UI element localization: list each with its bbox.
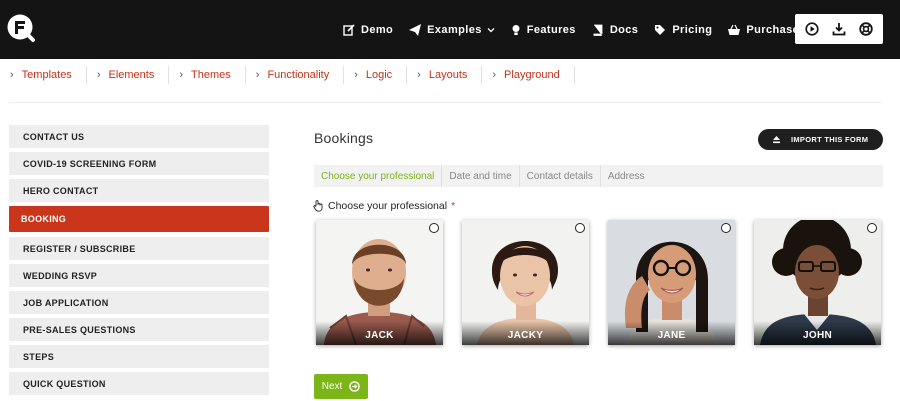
tab-playground[interactable]: › Playground (482, 66, 575, 84)
nav-examples-label: Examples (427, 24, 482, 36)
import-form-button[interactable]: IMPORT THIS FORM (758, 129, 883, 150)
tab-layouts[interactable]: › Layouts (407, 66, 483, 84)
top-navbar: Demo Examples Features Docs Pricing Purc… (0, 0, 900, 59)
professional-cards: JACK JACKY JANE JOHN (316, 220, 900, 345)
tab-templates[interactable]: › Templates (0, 66, 87, 84)
nav-demo-label: Demo (361, 24, 394, 36)
tab-elements-label: Elements (108, 69, 155, 81)
section-divider (9, 102, 882, 103)
tab-logic-label: Logic (365, 69, 393, 81)
nav-examples[interactable]: Examples (409, 24, 495, 36)
nav-demo[interactable]: Demo (343, 24, 393, 36)
step-address[interactable]: Address (601, 165, 652, 187)
step-contact-details[interactable]: Contact details (520, 165, 601, 187)
import-form-label: IMPORT THIS FORM (791, 135, 869, 144)
tool-buttons (795, 14, 883, 44)
nav-docs-label: Docs (609, 24, 639, 36)
download-icon (832, 23, 846, 36)
sidebar-item-quick-question[interactable]: QUICK QUESTION (9, 372, 269, 395)
tab-playground-label: Playground (504, 69, 560, 81)
select-radio[interactable] (867, 223, 877, 233)
support-button[interactable] (854, 17, 878, 41)
caret-right-icon: › (354, 69, 358, 81)
nav-features[interactable]: Features (511, 24, 576, 36)
professional-name: JOHN (754, 321, 881, 345)
professional-card-jack[interactable]: JACK (316, 220, 443, 345)
professional-card-jane[interactable]: JANE (608, 220, 735, 345)
preview-button[interactable] (800, 17, 824, 41)
template-sidebar: CONTACT US COVID-19 SCREENING FORM HERO … (9, 125, 269, 399)
caret-right-icon: › (10, 69, 14, 81)
lightbulb-icon (512, 25, 520, 35)
tab-templates-label: Templates (21, 69, 72, 81)
sidebar-item-steps[interactable]: STEPS (9, 345, 269, 368)
select-radio[interactable] (721, 223, 731, 233)
tab-layouts-label: Layouts (428, 69, 468, 81)
professional-name: JANE (608, 321, 735, 345)
professional-field-text: Choose your professional (328, 200, 448, 212)
hand-pointer-icon (313, 200, 323, 212)
tag-icon (655, 25, 666, 35)
paper-plane-icon (409, 24, 422, 36)
sidebar-item-contact-us[interactable]: CONTACT US (9, 125, 269, 148)
next-button-label: Next (321, 381, 343, 392)
form-title: Bookings (314, 130, 374, 146)
shopping-basket-icon (728, 24, 741, 35)
professional-card-john[interactable]: JOHN (754, 220, 881, 345)
caret-right-icon: › (255, 69, 260, 81)
chevron-down-icon (487, 28, 495, 33)
sidebar-item-booking[interactable]: BOOKING (9, 206, 269, 232)
professional-name: JACK (316, 321, 443, 345)
sidebar-item-pre-sales-questions[interactable]: PRE-SALES QUESTIONS (9, 318, 269, 341)
select-radio[interactable] (429, 223, 439, 233)
sidebar-item-wedding-rsvp[interactable]: WEDDING RSVP (9, 264, 269, 287)
tab-logic[interactable]: › Logic (344, 66, 408, 84)
download-button[interactable] (827, 17, 851, 41)
required-marker: * (451, 200, 456, 212)
caret-right-icon: › (417, 69, 421, 81)
nav-pricing[interactable]: Pricing (654, 24, 712, 36)
main-menu: Demo Examples Features Docs Pricing Purc… (343, 20, 815, 40)
caret-right-icon: › (179, 69, 184, 81)
category-tabs: › Templates › Elements › Themes › Functional… (0, 59, 900, 91)
next-button[interactable]: Next (314, 374, 368, 399)
edit-icon (343, 24, 355, 36)
professional-name: JACKY (462, 321, 589, 345)
lifebuoy-icon (858, 22, 873, 36)
nav-features-label: Features (526, 24, 576, 36)
tab-functionality-label: Functionality (267, 69, 330, 81)
tab-elements[interactable]: › Elements (87, 66, 170, 84)
caret-right-icon: › (492, 69, 497, 81)
tab-themes-label: Themes (191, 69, 231, 81)
book-icon (593, 24, 603, 36)
sidebar-item-covid-screening[interactable]: COVID-19 SCREENING FORM (9, 152, 269, 175)
formoid-logo[interactable] (6, 13, 36, 43)
step-progress-bar: Choose your professional Date and time C… (314, 165, 883, 187)
step-choose-professional[interactable]: Choose your professional (314, 165, 443, 187)
sidebar-item-job-application[interactable]: JOB APPLICATION (9, 291, 269, 314)
sidebar-item-hero-contact[interactable]: HERO CONTACT (9, 179, 269, 202)
tab-themes[interactable]: › Themes (169, 66, 246, 84)
step-date-time[interactable]: Date and time (442, 165, 520, 187)
professional-card-jacky[interactable]: JACKY (462, 220, 589, 345)
nav-purchase-label: Purchase (746, 24, 800, 36)
nav-docs[interactable]: Docs (592, 24, 639, 36)
eject-icon (773, 136, 780, 144)
nav-pricing-label: Pricing (672, 24, 713, 36)
select-radio[interactable] (575, 223, 585, 233)
tab-functionality[interactable]: › Functionality (246, 66, 345, 84)
sidebar-item-register-subscribe[interactable]: REGISTER / SUBSCRIBE (9, 237, 269, 260)
play-icon (805, 22, 819, 36)
professional-field-label: Choose your professional * (313, 200, 455, 212)
caret-right-icon: › (96, 69, 101, 81)
arrow-circle-right-icon (349, 381, 361, 392)
nav-purchase[interactable]: Purchase (728, 24, 799, 36)
